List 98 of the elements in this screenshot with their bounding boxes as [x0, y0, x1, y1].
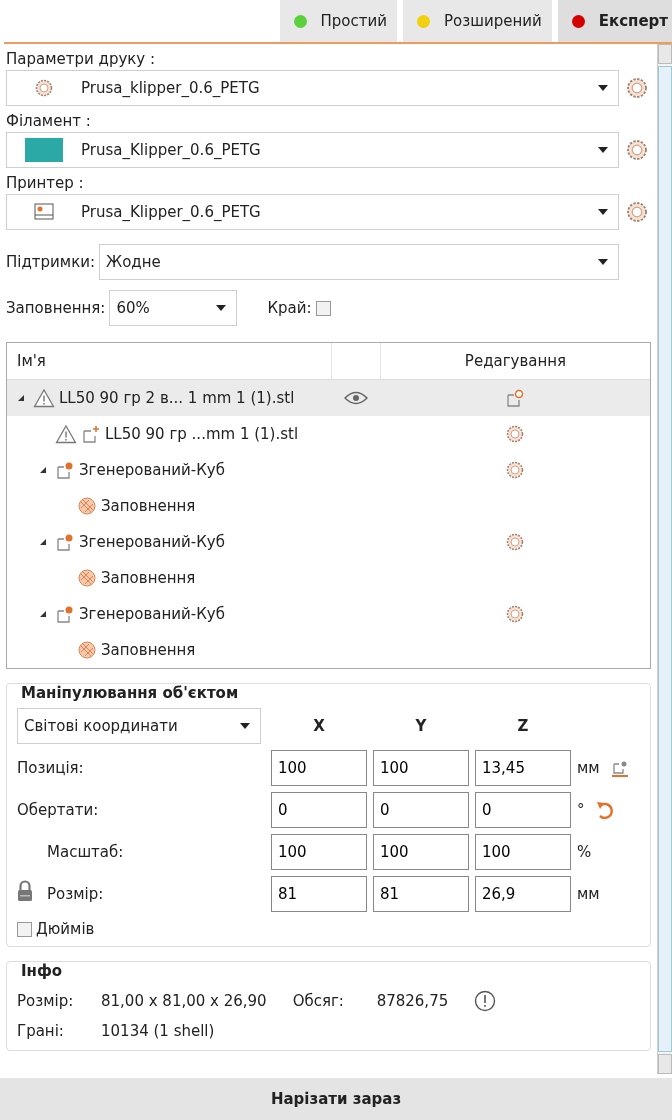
tree-row[interactable]: Згенерований-Куб — [7, 452, 650, 488]
tree-row[interactable]: LL50 90 гр ...mm 1 (1).stl — [7, 416, 650, 452]
warning-icon[interactable] — [474, 990, 497, 1012]
info-value: 81,00 x 81,00 x 26,90 — [101, 992, 267, 1010]
info-label: Грані: — [17, 1022, 65, 1040]
number-field[interactable]: 100 — [373, 750, 469, 786]
expander-icon[interactable] — [17, 394, 25, 402]
caret-icon — [598, 147, 608, 153]
info-value: 87826,75 — [376, 992, 449, 1010]
mode-tab[interactable]: Простий — [279, 0, 397, 42]
coordinates-dropdown[interactable]: Світові координати — [17, 708, 261, 744]
eye-icon[interactable] — [344, 391, 368, 405]
number-field[interactable]: 81 — [373, 876, 469, 912]
number-field[interactable]: 0 — [475, 792, 571, 828]
axis-label: X — [312, 717, 326, 735]
info-value: 10134 (1 shell) — [101, 1022, 215, 1040]
modifier-icon — [55, 604, 75, 624]
number-field[interactable]: 100 — [271, 834, 367, 870]
tree-item-name: Згенерований-Куб — [79, 533, 225, 551]
info-label: Розмір: — [17, 992, 75, 1010]
gear-icon[interactable] — [625, 138, 649, 162]
unit-label: мм — [577, 885, 600, 903]
gear-icon[interactable] — [505, 424, 525, 444]
object-settings-icon[interactable] — [505, 388, 525, 408]
unit-label: ° — [577, 801, 585, 819]
tree-item-name: Заповнення — [101, 497, 196, 515]
axis-label: Y — [414, 717, 428, 735]
infill-icon — [77, 496, 97, 516]
tree-item-name: Заповнення — [101, 641, 196, 659]
tree-item-name: Згенерований-Куб — [79, 605, 225, 623]
gear-icon[interactable] — [505, 532, 525, 552]
tree-item-name: LL50 90 гр 2 в... 1 mm 1 (1).stl — [59, 389, 295, 407]
brim-label: Край: — [267, 299, 312, 317]
infill-label: Заповнення: — [6, 299, 106, 317]
mode-tab[interactable]: Розширений — [402, 0, 552, 42]
unit-label: % — [577, 843, 592, 861]
tree-row[interactable]: Заповнення — [7, 632, 650, 668]
gear-icon[interactable] — [505, 604, 525, 624]
tree-row[interactable]: Заповнення — [7, 488, 650, 524]
field-label: Позиція: — [17, 759, 84, 777]
number-field[interactable]: 81 — [271, 876, 367, 912]
printer-icon — [34, 203, 54, 221]
tree-row[interactable]: LL50 90 гр 2 в... 1 mm 1 (1).stl — [7, 380, 650, 416]
supports-dropdown[interactable]: Жодне — [99, 244, 619, 280]
modifier-icon — [55, 460, 75, 480]
scrollbar[interactable] — [657, 44, 672, 1074]
gear-icon — [34, 78, 54, 98]
preset-label: Принтер : — [6, 173, 85, 194]
field-label: Масштаб: — [47, 843, 124, 861]
gear-icon[interactable] — [625, 76, 649, 100]
column-header[interactable]: Редагування — [381, 352, 650, 370]
inches-label: Дюймів — [36, 920, 95, 938]
preset-dropdown[interactable]: Prusa_Klipper_0.6_PETG — [6, 132, 619, 168]
column-header[interactable]: Ім'я — [7, 343, 332, 379]
gear-icon[interactable] — [625, 200, 649, 224]
brim-checkbox[interactable] — [315, 300, 331, 316]
expander-icon[interactable] — [39, 538, 47, 546]
modifier-icon — [55, 532, 75, 552]
number-field[interactable]: 0 — [373, 792, 469, 828]
gear-icon[interactable] — [505, 460, 525, 480]
tree-item-name: Заповнення — [101, 569, 196, 587]
field-label: Розмір: — [47, 885, 104, 903]
number-field[interactable]: 0 — [271, 792, 367, 828]
number-field[interactable]: 26,9 — [475, 876, 571, 912]
caret-icon — [240, 723, 250, 729]
info-label: Обсяг: — [292, 992, 345, 1010]
inches-checkbox[interactable] — [17, 921, 32, 937]
part-icon — [81, 424, 101, 444]
number-field[interactable]: 100 — [271, 750, 367, 786]
caret-icon — [598, 209, 608, 215]
tree-row[interactable]: Заповнення — [7, 560, 650, 596]
tree-item-name: Згенерований-Куб — [79, 461, 225, 479]
tree-row[interactable]: Згенерований-Куб — [7, 524, 650, 560]
lock-icon[interactable] — [17, 880, 33, 902]
caret-icon — [216, 305, 227, 311]
infill-icon — [77, 568, 97, 588]
preset-label: Філамент : — [6, 111, 92, 132]
number-field[interactable]: 13,45 — [475, 750, 571, 786]
tree-item-name: LL50 90 гр ...mm 1 (1).stl — [105, 425, 299, 443]
preset-dropdown[interactable]: Prusa_klipper_0.6_PETG — [6, 70, 619, 106]
preset-dropdown[interactable]: Prusa_Klipper_0.6_PETG — [6, 194, 619, 230]
infill-icon — [77, 640, 97, 660]
expander-icon[interactable] — [39, 466, 47, 474]
supports-label: Підтримки: — [6, 253, 95, 271]
axis-label: Z — [516, 717, 530, 735]
reset-icon[interactable] — [594, 799, 615, 821]
unit-label: мм — [577, 759, 600, 777]
tree-row[interactable]: Згенерований-Куб — [7, 596, 650, 632]
number-field[interactable]: 100 — [373, 834, 469, 870]
mode-tab[interactable]: Експерт — [557, 0, 672, 42]
infill-dropdown[interactable]: 60% — [109, 290, 238, 326]
field-label: Обертати: — [17, 801, 99, 819]
number-field[interactable]: 100 — [475, 834, 571, 870]
caret-icon — [598, 85, 608, 91]
expander-icon[interactable] — [39, 610, 47, 618]
preset-label: Параметри друку : — [6, 49, 157, 70]
caret-icon — [598, 259, 608, 265]
slice-button[interactable]: Нарізати зараз — [0, 1078, 672, 1120]
